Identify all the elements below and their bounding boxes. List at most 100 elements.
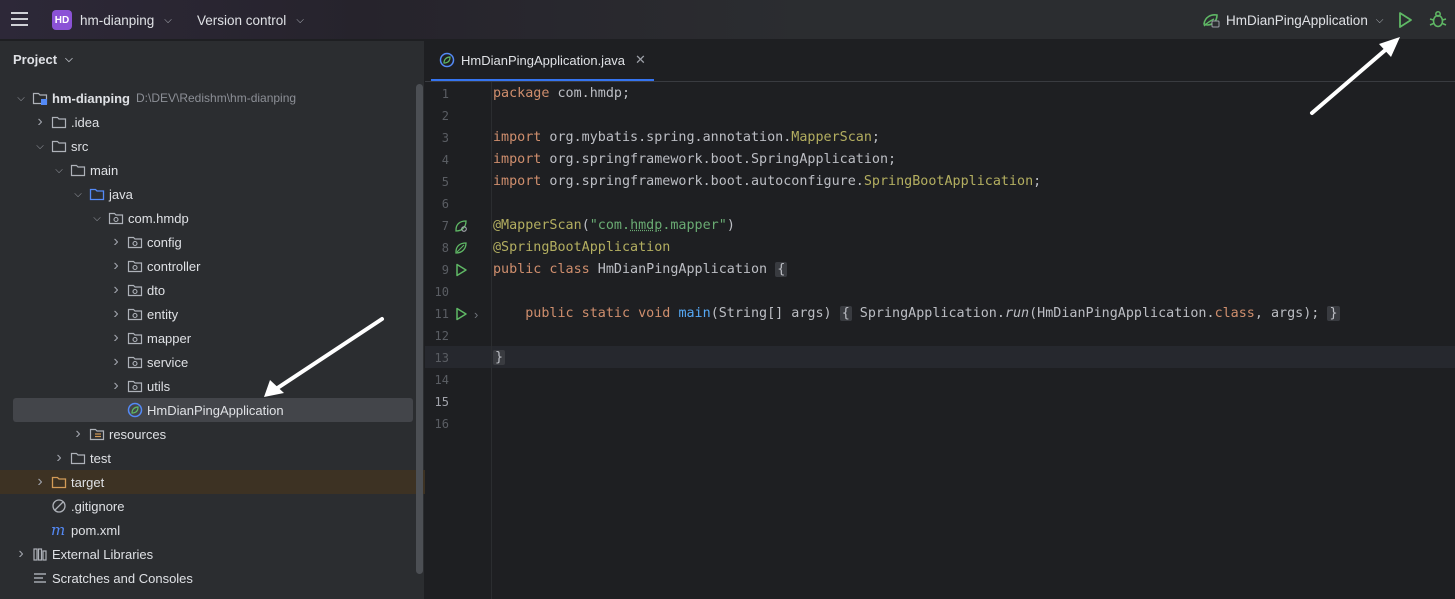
- tree-item-controller[interactable]: › controller: [0, 254, 425, 278]
- run-main-gutter-icon[interactable]: [454, 307, 468, 321]
- tree-item-gitignore[interactable]: .gitignore: [0, 494, 425, 518]
- line-number[interactable]: 4: [425, 149, 449, 171]
- line-number[interactable]: 14: [425, 369, 449, 391]
- line-number[interactable]: 3: [425, 127, 449, 149]
- tree-item-mapper[interactable]: › mapper: [0, 326, 425, 350]
- line-number[interactable]: 12: [425, 325, 449, 347]
- tree-item-label: hm-dianping: [52, 90, 130, 106]
- chevron-right-icon[interactable]: ›: [109, 377, 123, 395]
- project-tool-window: Project ⌵ ⌵ hm-dianping D:\DEV\Redishm\hm-…: [0, 41, 425, 599]
- chevron-right-icon[interactable]: ›: [109, 281, 123, 299]
- tree-item-hmdianpingapplication[interactable]: HmDianPingApplication: [13, 398, 413, 422]
- version-control-menu[interactable]: Version control ⌵: [197, 9, 304, 31]
- tree-item-com-hmdp[interactable]: ⌵ com.hmdp: [0, 206, 425, 230]
- line-number[interactable]: 6: [425, 193, 449, 215]
- line-number[interactable]: 8: [425, 237, 449, 259]
- line-number[interactable]: 9: [425, 259, 449, 281]
- main-menu-icon[interactable]: [8, 8, 30, 30]
- close-icon[interactable]: ✕: [635, 52, 646, 68]
- fold-chevron-icon[interactable]: ›: [474, 307, 478, 322]
- tree-item-label: config: [147, 234, 182, 250]
- run-configuration-selector[interactable]: HmDianPingApplication ⌵: [1202, 9, 1383, 31]
- tree-item-service[interactable]: › service: [0, 350, 425, 374]
- scratches-icon: [32, 570, 48, 586]
- tree-item-label: test: [90, 450, 111, 466]
- tree-item-label: com.hmdp: [128, 210, 189, 226]
- package-icon: [127, 306, 143, 322]
- chevron-right-icon[interactable]: ›: [14, 545, 28, 563]
- tree-item-main[interactable]: ⌵ main: [0, 158, 425, 182]
- tree-item-external-libraries[interactable]: › External Libraries: [0, 542, 425, 566]
- line-number[interactable]: 5: [425, 171, 449, 193]
- debug-button[interactable]: [1429, 10, 1447, 30]
- package-icon: [127, 378, 143, 394]
- line-number[interactable]: 2: [425, 105, 449, 127]
- tree-item-config[interactable]: › config: [0, 230, 425, 254]
- project-name: hm-dianping: [80, 12, 155, 28]
- tree-item-label: entity: [147, 306, 179, 322]
- tree-item-hm-dianping[interactable]: ⌵ hm-dianping D:\DEV\Redishm\hm-dianping: [0, 86, 425, 110]
- spring-class-icon: [439, 52, 455, 68]
- tree-item-label: .idea: [71, 114, 100, 130]
- tree-item-scratches-and-consoles[interactable]: Scratches and Consoles: [0, 566, 425, 590]
- mapper-scan-gutter-icon[interactable]: [454, 219, 468, 233]
- chevron-right-icon[interactable]: ›: [71, 425, 85, 443]
- spring-boot-icon: [1203, 14, 1220, 28]
- tree-item-dto[interactable]: › dto: [0, 278, 425, 302]
- chevron-down-icon: ⌵: [296, 14, 304, 26]
- project-panel-title: Project: [13, 52, 58, 67]
- tree-item-test[interactable]: › test: [0, 446, 425, 470]
- line-number[interactable]: 1: [425, 83, 449, 105]
- code-line-1: package com.hmdp;: [493, 86, 631, 101]
- chevron-right-icon[interactable]: ›: [109, 353, 123, 371]
- run-button[interactable]: [1397, 11, 1413, 29]
- chevron-right-icon[interactable]: ›: [33, 113, 47, 131]
- excluded-folder-icon: [51, 474, 67, 490]
- tree-scrollbar[interactable]: [416, 84, 423, 574]
- chevron-down-icon[interactable]: ⌵: [14, 93, 28, 104]
- line-number[interactable]: 10: [425, 281, 449, 303]
- tree-item-entity[interactable]: › entity: [0, 302, 425, 326]
- line-number[interactable]: 15: [425, 391, 449, 413]
- code-line-15: }: [493, 350, 506, 365]
- code-line-3: import org.mybatis.spring.annotation.Map…: [493, 130, 880, 145]
- chevron-down-icon[interactable]: ⌵: [90, 213, 104, 224]
- project-switcher[interactable]: HD hm-dianping ⌵: [52, 9, 172, 31]
- chevron-down-icon[interactable]: ⌵: [52, 165, 66, 176]
- tree-item-utils[interactable]: › utils: [0, 374, 425, 398]
- tree-item-src[interactable]: ⌵ src: [0, 134, 425, 158]
- chevron-right-icon[interactable]: ›: [52, 449, 66, 467]
- tree-item-target[interactable]: › target: [0, 470, 425, 494]
- tree-item-pom-xml[interactable]: m pom.xml: [0, 518, 425, 542]
- tree-item-idea[interactable]: › .idea: [0, 110, 425, 134]
- chevron-right-icon[interactable]: ›: [109, 329, 123, 347]
- tree-item-label: resources: [109, 426, 167, 442]
- chevron-right-icon[interactable]: ›: [33, 473, 47, 491]
- tree-item-label: dto: [147, 282, 166, 298]
- spring-bean-gutter-icon[interactable]: [454, 241, 468, 255]
- tree-item-label: HmDianPingApplication: [147, 402, 284, 418]
- project-panel-header[interactable]: Project ⌵: [13, 52, 73, 67]
- chevron-down-icon[interactable]: ⌵: [33, 141, 47, 152]
- code-line-11: public static void main(String[] args) {…: [525, 306, 1340, 321]
- version-control-label: Version control: [197, 12, 287, 28]
- tree-item-java[interactable]: ⌵ java: [0, 182, 425, 206]
- chevron-right-icon[interactable]: ›: [109, 257, 123, 275]
- line-number[interactable]: 11: [425, 303, 449, 325]
- line-number[interactable]: 7: [425, 215, 449, 237]
- tree-item-label: mapper: [147, 330, 192, 346]
- chevron-right-icon[interactable]: ›: [109, 305, 123, 323]
- line-number[interactable]: 16: [425, 413, 449, 435]
- current-line-highlight: [425, 346, 1455, 368]
- chevron-down-icon[interactable]: ⌵: [71, 189, 85, 200]
- chevron-down-icon: ⌵: [65, 54, 73, 65]
- line-number[interactable]: 13: [425, 347, 449, 369]
- package-icon: [127, 234, 143, 250]
- chevron-right-icon[interactable]: ›: [109, 233, 123, 251]
- code-line-9: public class HmDianPingApplication {: [493, 262, 788, 277]
- editor-gutter: 1 2 3 4 5 6 7 8 9 10 11 12 13 14 15 16 ›: [425, 82, 491, 599]
- run-class-gutter-icon[interactable]: [454, 263, 468, 277]
- editor-tab[interactable]: HmDianPingApplication.java ✕: [431, 41, 654, 81]
- package-icon: [127, 282, 143, 298]
- tree-item-resources[interactable]: › resources: [0, 422, 425, 446]
